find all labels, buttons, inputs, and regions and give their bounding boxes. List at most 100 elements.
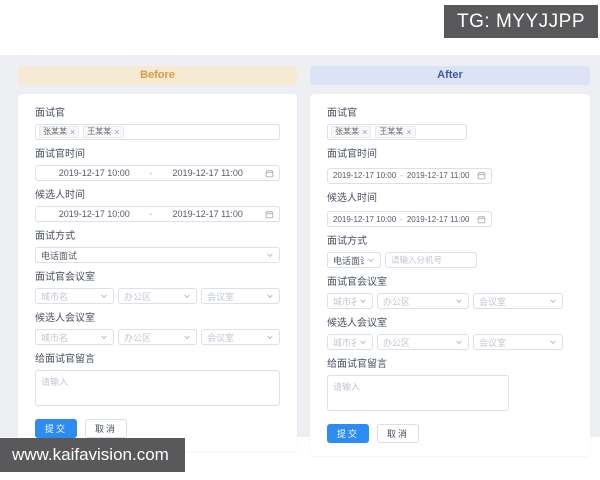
field-candidate-room: 候选人会议室 城市名 办公区 会议室 xyxy=(327,318,573,350)
message-textarea[interactable] xyxy=(327,375,509,411)
after-panel: After 面试官 张某某 × 王某某 × 面试官时间 2019-12-17 1… xyxy=(310,66,590,456)
area-select-placeholder: 办公区 xyxy=(124,291,152,302)
chevron-down-icon xyxy=(550,340,556,345)
remove-tag-icon[interactable]: × xyxy=(114,126,119,138)
cancel-button[interactable]: 取消 xyxy=(377,424,420,443)
city-select-placeholder: 城市名 xyxy=(333,337,356,348)
interviewer-room-label: 面试官会议室 xyxy=(327,277,387,288)
extension-number-input[interactable] xyxy=(385,252,477,268)
after-title: After xyxy=(437,69,463,81)
message-textarea[interactable] xyxy=(35,370,280,406)
range-start: 2019-12-17 10:00 xyxy=(333,171,397,180)
range-end: 2019-12-17 11:00 xyxy=(172,168,243,178)
candidate-time-label: 候选人时间 xyxy=(35,190,85,201)
remove-tag-icon[interactable]: × xyxy=(406,126,411,138)
message-label: 给面试官留言 xyxy=(327,359,387,370)
field-interviewer-room: 面试官会议室 城市名 办公区 会议室 xyxy=(327,277,573,309)
chevron-down-icon xyxy=(267,294,273,299)
tag-label: 张某某 xyxy=(335,127,359,136)
tag-label: 王某某 xyxy=(379,127,404,136)
interviewer-time-label: 面试官时间 xyxy=(35,149,85,160)
chevron-down-icon xyxy=(267,253,273,258)
before-header: Before xyxy=(18,66,297,85)
field-interviewer-time: 面试官时间 2019-12-17 10:00 - 2019-12-17 11:0… xyxy=(35,149,280,181)
interviewer-room-city-select[interactable]: 城市名 xyxy=(35,288,114,304)
chevron-down-icon xyxy=(456,299,462,304)
field-candidate-time: 候选人时间 2019-12-17 10:00 - 2019-12-17 11:0… xyxy=(327,192,573,227)
interviewer-tag-input[interactable]: 张某某 × 王某某 × xyxy=(35,124,280,140)
button-row: 提交 取消 xyxy=(35,419,280,438)
submit-button[interactable]: 提交 xyxy=(327,424,370,443)
interviewer-tag: 张某某 × xyxy=(331,126,372,138)
before-card: 面试官 张某某 × 王某某 × 面试官时间 2019-12-17 10:00 -… xyxy=(18,94,297,451)
site-watermark-badge: www.kaifavision.com xyxy=(0,438,185,472)
before-title: Before xyxy=(140,69,175,81)
room-select-placeholder: 会议室 xyxy=(479,337,507,348)
interviewer-room-area-select[interactable]: 办公区 xyxy=(377,293,469,309)
calendar-icon xyxy=(265,210,274,218)
after-card: 面试官 张某某 × 王某某 × 面试官时间 2019-12-17 10:00 -… xyxy=(310,94,590,456)
candidate-room-city-select[interactable]: 城市名 xyxy=(35,329,114,345)
message-label: 给面试官留言 xyxy=(35,354,95,365)
field-candidate-time: 候选人时间 2019-12-17 10:00 - 2019-12-17 11:0… xyxy=(35,190,280,222)
candidate-time-range-picker[interactable]: 2019-12-17 10:00 - 2019-12-17 11:00 xyxy=(327,211,493,227)
interviewer-tag-input[interactable]: 张某某 × 王某某 × xyxy=(327,124,467,140)
tg-watermark-badge: TG: MYYJJPP xyxy=(444,5,598,38)
range-start: 2019-12-17 10:00 xyxy=(58,209,130,219)
candidate-time-label: 候选人时间 xyxy=(327,192,377,204)
calendar-icon xyxy=(265,169,274,177)
interviewer-tag: 张某某 × xyxy=(39,126,80,138)
method-label: 面试方式 xyxy=(35,231,75,242)
method-select[interactable]: 电话面试 xyxy=(35,247,280,263)
method-select[interactable]: 电话面试 xyxy=(327,252,381,268)
method-select-value: 电话面试 xyxy=(333,255,364,266)
field-interviewer-room: 面试官会议室 城市名 办公区 会议室 xyxy=(35,272,280,304)
after-header: After xyxy=(310,66,590,85)
interviewer-time-range-picker[interactable]: 2019-12-17 10:00 - 2019-12-17 11:00 xyxy=(327,167,493,184)
tag-label: 王某某 xyxy=(87,127,112,136)
interviewer-room-city-select[interactable]: 城市名 xyxy=(327,293,373,309)
field-interviewer-time: 面试官时间 2019-12-17 10:00 - 2019-12-17 11:0… xyxy=(327,149,573,184)
range-separator: - xyxy=(400,214,403,224)
cancel-button[interactable]: 取消 xyxy=(85,419,128,438)
candidate-time-range-picker[interactable]: 2019-12-17 10:00 - 2019-12-17 11:00 xyxy=(35,206,280,222)
range-start: 2019-12-17 10:00 xyxy=(333,214,397,224)
candidate-room-area-select[interactable]: 办公区 xyxy=(118,329,197,345)
calendar-icon xyxy=(478,171,486,180)
chevron-down-icon xyxy=(550,299,556,304)
room-select-placeholder: 会议室 xyxy=(479,296,507,307)
submit-button[interactable]: 提交 xyxy=(35,419,78,438)
area-select-placeholder: 办公区 xyxy=(383,337,411,348)
chevron-down-icon xyxy=(456,340,462,345)
city-select-placeholder: 城市名 xyxy=(41,332,69,343)
interviewer-tag: 王某某 × xyxy=(375,126,416,138)
remove-tag-icon[interactable]: × xyxy=(70,126,75,138)
chevron-down-icon xyxy=(267,335,273,340)
chevron-down-icon xyxy=(368,258,374,263)
area-select-placeholder: 办公区 xyxy=(124,332,152,343)
method-select-value: 电话面试 xyxy=(41,250,78,261)
candidate-room-room-select[interactable]: 会议室 xyxy=(473,334,563,350)
interviewer-room-room-select[interactable]: 会议室 xyxy=(473,293,563,309)
field-interviewer: 面试官 张某某 × 王某某 × xyxy=(35,108,280,140)
interviewer-room-room-select[interactable]: 会议室 xyxy=(201,288,280,304)
candidate-room-city-select[interactable]: 城市名 xyxy=(327,334,373,350)
interviewer-room-area-select[interactable]: 办公区 xyxy=(118,288,197,304)
button-row: 提交 取消 xyxy=(327,424,573,443)
chevron-down-icon xyxy=(184,294,190,299)
chevron-down-icon xyxy=(360,340,366,345)
range-end: 2019-12-17 11:00 xyxy=(406,171,470,180)
range-separator: - xyxy=(149,209,153,219)
field-interviewer: 面试官 张某某 × 王某某 × xyxy=(327,108,573,140)
interviewer-time-range-picker[interactable]: 2019-12-17 10:00 - 2019-12-17 11:00 xyxy=(35,165,280,181)
interviewer-time-label: 面试官时间 xyxy=(327,149,377,160)
candidate-room-room-select[interactable]: 会议室 xyxy=(201,329,280,345)
remove-tag-icon[interactable]: × xyxy=(362,126,367,138)
candidate-room-area-select[interactable]: 办公区 xyxy=(377,334,469,350)
chevron-down-icon xyxy=(101,294,107,299)
range-end: 2019-12-17 11:00 xyxy=(172,209,243,219)
field-message: 给面试官留言 xyxy=(327,359,573,411)
candidate-room-label: 候选人会议室 xyxy=(35,313,95,324)
calendar-icon xyxy=(478,215,486,223)
field-candidate-room: 候选人会议室 城市名 办公区 会议室 xyxy=(35,313,280,345)
